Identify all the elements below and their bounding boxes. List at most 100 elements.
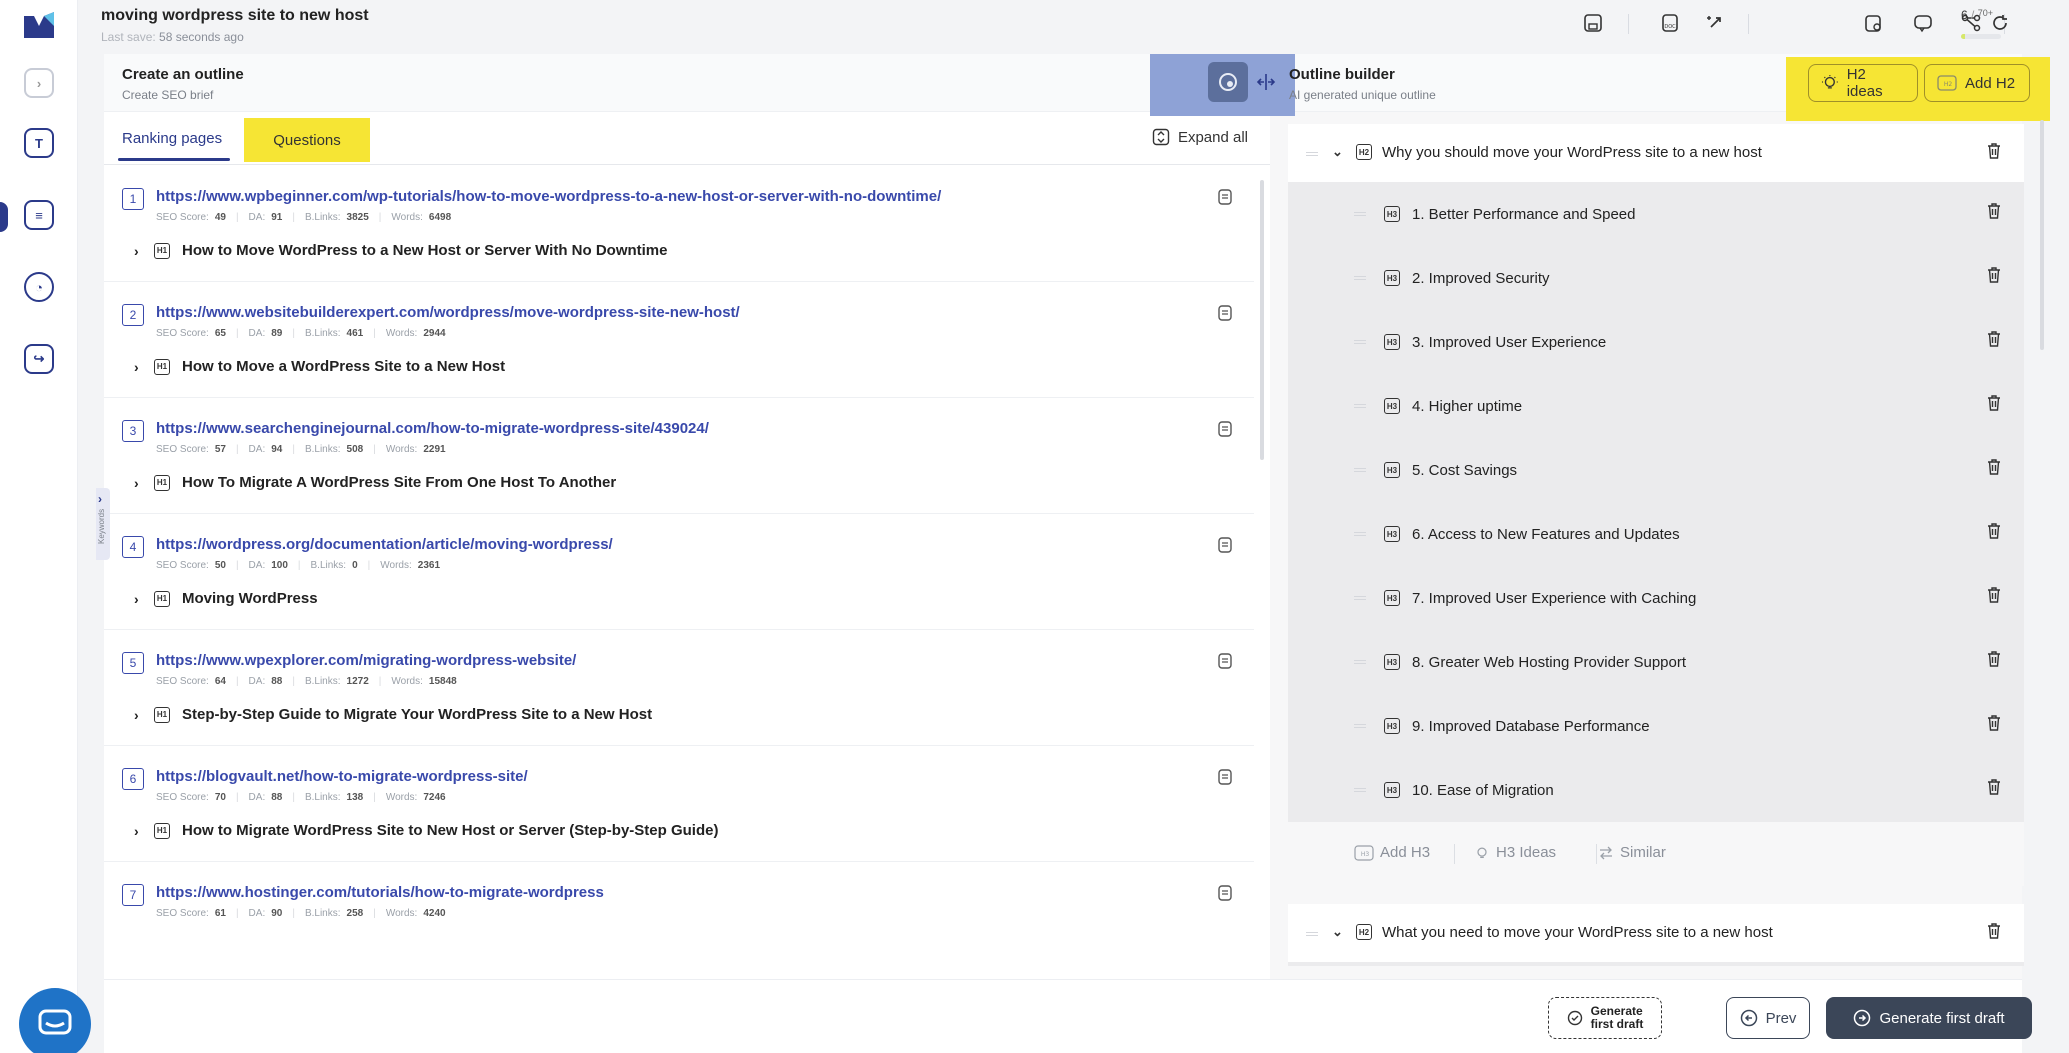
copy-outline-icon[interactable]: [1216, 884, 1234, 902]
generate-first-draft-button[interactable]: Generate first draft: [1826, 997, 2032, 1039]
similar-button[interactable]: Similar: [1598, 844, 1666, 861]
doc-export-icon[interactable]: DOC: [1659, 12, 1681, 34]
result-url-link[interactable]: https://www.wpexplorer.com/migrating-wor…: [156, 652, 576, 669]
chevron-right-icon[interactable]: ›: [134, 823, 146, 839]
h3-heading-text[interactable]: 2. Improved Security: [1412, 270, 1550, 287]
h3-heading-text[interactable]: 3. Improved User Experience: [1412, 334, 1606, 351]
result-url-link[interactable]: https://www.wpbeginner.com/wp-tutorials/…: [156, 188, 941, 205]
outline-scrollbar[interactable]: [2040, 120, 2044, 350]
h3-heading-text[interactable]: 6. Access to New Features and Updates: [1412, 526, 1680, 543]
tab-questions[interactable]: Questions: [244, 118, 370, 162]
h3-heading-row[interactable]: H3 8. Greater Web Hosting Provider Suppor…: [1288, 630, 2024, 694]
clipboard-icon[interactable]: [1862, 12, 1884, 34]
h3-heading-row[interactable]: H3 2. Improved Security: [1288, 246, 2024, 310]
chevron-right-icon[interactable]: ›: [134, 591, 146, 607]
result-url-link[interactable]: https://blogvault.net/how-to-migrate-wor…: [156, 768, 528, 785]
delete-icon[interactable]: [1986, 330, 2002, 348]
drag-handle-icon[interactable]: [1354, 532, 1366, 536]
copy-outline-icon[interactable]: [1216, 304, 1234, 322]
h3-heading-text[interactable]: 5. Cost Savings: [1412, 462, 1517, 479]
drag-handle-icon[interactable]: [1306, 932, 1318, 936]
copy-outline-icon[interactable]: [1216, 420, 1234, 438]
chevron-down-icon[interactable]: ⌄: [1332, 924, 1343, 940]
comment-icon[interactable]: [1912, 12, 1934, 34]
result-h1-row[interactable]: › H1 Moving WordPress: [134, 590, 318, 607]
result-h1-row[interactable]: › H1 How to Move a WordPress Site to a New…: [134, 358, 505, 375]
h3-heading-text[interactable]: 7. Improved User Experience with Caching: [1412, 590, 1696, 607]
h3-heading-row[interactable]: H3 1. Better Performance and Speed: [1288, 182, 2024, 246]
drag-handle-icon[interactable]: [1306, 152, 1318, 156]
save-icon[interactable]: [1582, 12, 1604, 34]
share-link-icon[interactable]: [1705, 12, 1727, 34]
keywords-drawer-toggle[interactable]: › Keywords: [96, 488, 110, 560]
result-h1-row[interactable]: › H1 How To Migrate A WordPress Site From …: [134, 474, 616, 491]
ai-assist-button[interactable]: [1208, 62, 1248, 102]
delete-icon[interactable]: [1986, 142, 2002, 160]
h3-heading-row[interactable]: H3 3. Improved User Experience: [1288, 310, 2024, 374]
drag-handle-icon[interactable]: [1354, 212, 1366, 216]
chevron-right-icon[interactable]: ›: [134, 243, 146, 259]
add-h2-button[interactable]: H2 Add H2: [1924, 64, 2030, 102]
h3-heading-text[interactable]: 8. Greater Web Hosting Provider Support: [1412, 654, 1686, 671]
prev-button[interactable]: Prev: [1726, 997, 1810, 1039]
h3-heading-row[interactable]: H3 4. Higher uptime: [1288, 374, 2024, 438]
copy-outline-icon[interactable]: [1216, 768, 1234, 786]
h3-heading-row[interactable]: H3 10. Ease of Migration: [1288, 758, 2024, 822]
delete-icon[interactable]: [1986, 394, 2002, 412]
app-logo[interactable]: [24, 12, 54, 38]
h3-heading-row[interactable]: H3 5. Cost Savings: [1288, 438, 2024, 502]
drag-handle-icon[interactable]: [1354, 724, 1366, 728]
h3-heading-row[interactable]: H3Step 1: Backup Your Website Files: [1288, 962, 2024, 966]
copy-outline-icon[interactable]: [1216, 652, 1234, 670]
h3-heading-text[interactable]: 9. Improved Database Performance: [1412, 718, 1650, 735]
chat-support-button[interactable]: [19, 988, 91, 1053]
h3-heading-text[interactable]: 4. Higher uptime: [1412, 398, 1522, 415]
tab-ranking-pages[interactable]: Ranking pages: [122, 130, 222, 147]
expand-all-button[interactable]: Expand all: [1152, 128, 1248, 146]
results-scrollbar[interactable]: [1260, 180, 1264, 460]
refresh-icon[interactable]: [1989, 12, 2011, 34]
result-h1-row[interactable]: › H1 How to Migrate WordPress Site to New …: [134, 822, 718, 839]
delete-icon[interactable]: [1986, 266, 2002, 284]
sidebar-expand-button[interactable]: ›: [24, 68, 54, 98]
chevron-down-icon[interactable]: ⌄: [1332, 144, 1343, 160]
delete-icon[interactable]: [1986, 778, 2002, 796]
result-url-link[interactable]: https://www.hostinger.com/tutorials/how-…: [156, 884, 604, 901]
sidebar-item-text[interactable]: T: [24, 128, 54, 158]
h3-heading-text[interactable]: 10. Ease of Migration: [1412, 782, 1554, 799]
copy-outline-icon[interactable]: [1216, 188, 1234, 206]
h3-heading-row[interactable]: H3 9. Improved Database Performance: [1288, 694, 2024, 758]
drag-handle-icon[interactable]: [1354, 276, 1366, 280]
h3-heading-row[interactable]: H3 7. Improved User Experience with Cachi…: [1288, 566, 2024, 630]
result-h1-row[interactable]: › H1 How to Move WordPress to a New Host o…: [134, 242, 668, 259]
h3-heading-row[interactable]: H3 6. Access to New Features and Updates: [1288, 502, 2024, 566]
h3-ideas-button[interactable]: H3 Ideas: [1474, 844, 1556, 861]
delete-icon[interactable]: [1986, 650, 2002, 668]
delete-icon[interactable]: [1986, 714, 2002, 732]
chevron-right-icon[interactable]: ›: [134, 475, 146, 491]
delete-icon[interactable]: [1986, 522, 2002, 540]
drag-handle-icon[interactable]: [1354, 468, 1366, 472]
h2-heading-row[interactable]: ⌄ H2 Why you should move your WordPress si…: [1288, 124, 2024, 182]
delete-icon[interactable]: [1986, 202, 2002, 220]
result-url-link[interactable]: https://wordpress.org/documentation/arti…: [156, 536, 613, 553]
resize-handle-icon[interactable]: [1256, 72, 1276, 92]
copy-outline-icon[interactable]: [1216, 536, 1234, 554]
drag-handle-icon[interactable]: [1354, 596, 1366, 600]
h3-heading-text[interactable]: 1. Better Performance and Speed: [1412, 206, 1635, 223]
sidebar-item-export[interactable]: ↪: [24, 344, 54, 374]
result-url-link[interactable]: https://www.websitebuilderexpert.com/wor…: [156, 304, 740, 321]
drag-handle-icon[interactable]: [1354, 660, 1366, 664]
drag-handle-icon[interactable]: [1354, 340, 1366, 344]
sidebar-item-analytics[interactable]: ◔: [24, 272, 54, 302]
delete-icon[interactable]: [1986, 586, 2002, 604]
chevron-right-icon[interactable]: ›: [134, 707, 146, 723]
add-h3-button[interactable]: H3 Add H3: [1354, 844, 1430, 861]
h2-heading-text[interactable]: What you need to move your WordPress sit…: [1382, 924, 1773, 941]
result-url-link[interactable]: https://www.searchenginejournal.com/how-…: [156, 420, 709, 437]
h2-ideas-button[interactable]: H2 ideas: [1808, 64, 1918, 102]
drag-handle-icon[interactable]: [1354, 788, 1366, 792]
drag-handle-icon[interactable]: [1354, 404, 1366, 408]
h2-heading-text[interactable]: Why you should move your WordPress site …: [1382, 144, 1762, 161]
document-title[interactable]: moving wordpress site to new host: [101, 7, 369, 25]
